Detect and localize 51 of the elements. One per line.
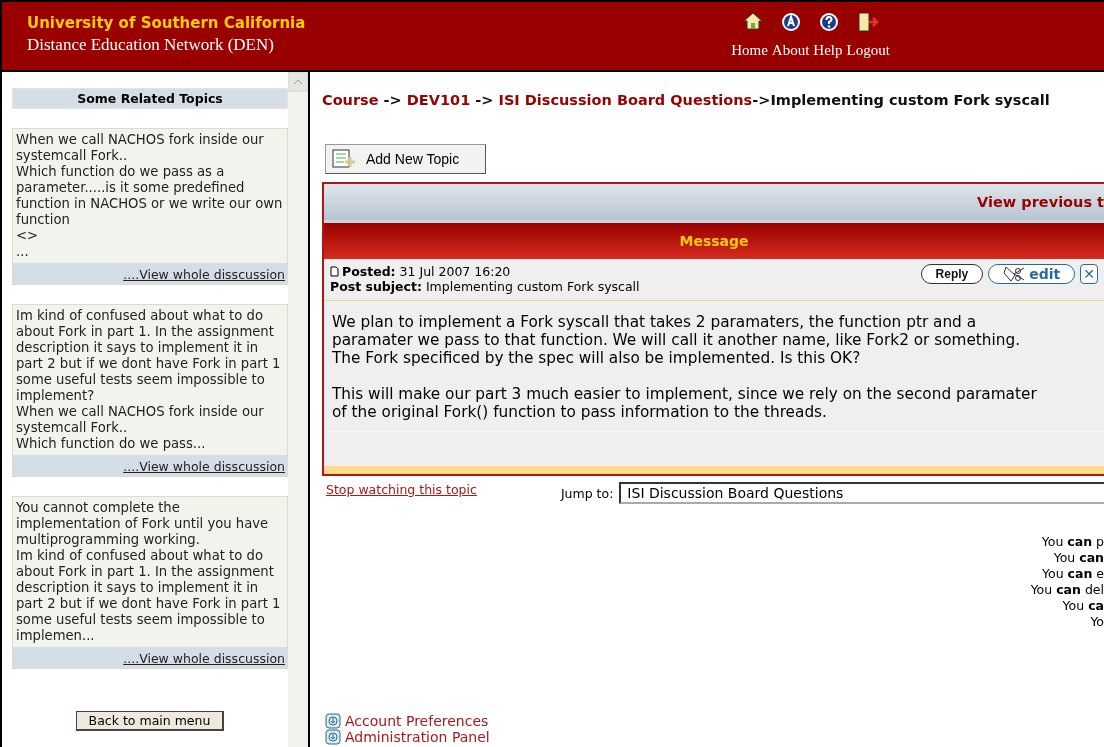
stop-watching-link[interactable]: Stop watching this topic xyxy=(326,482,477,497)
door-icon[interactable] xyxy=(856,12,879,32)
nav-link[interactable]: Logout xyxy=(846,42,890,59)
posted-info: Posted: 31 Jul 2007 16:20 xyxy=(342,264,511,279)
jump-label: Jump to: xyxy=(560,486,614,501)
breadcrumb-link[interactable]: ISI Discussion Board Questions xyxy=(498,92,753,108)
footer-link[interactable]: Administration Panel xyxy=(345,729,490,745)
info-icon[interactable] xyxy=(780,12,801,32)
edit-button[interactable]: edit xyxy=(988,264,1076,284)
sidebar-title: Some Related Topics xyxy=(12,88,288,109)
breadcrumb-text: ->Implementing custom Fork syscall xyxy=(752,92,1050,108)
scissors-icon xyxy=(1003,265,1026,283)
document-icon xyxy=(330,266,339,277)
post-subject: Post subject: Implementing custom Fork syscall xyxy=(330,279,641,294)
footer-link[interactable]: Account Preferences xyxy=(345,713,489,729)
home-icon[interactable] xyxy=(742,12,763,30)
breadcrumb-text: -> xyxy=(474,92,495,108)
message-header: Message xyxy=(324,223,1104,259)
topic-excerpt: You cannot complete the implementation of Fork until you have multiprogramming working. Im kind of confused about what to do about Fork in part 1. In the assignment description it says to implement it in part 2 but if we dont have Fork in part 1 some useful tests seem impossible to implemen... xyxy=(15,499,282,645)
back-button[interactable]: Back to main menu xyxy=(75,711,225,731)
chevron-up-icon xyxy=(293,79,303,85)
add-document-icon xyxy=(332,149,356,169)
view-previous-link[interactable]: View previous t xyxy=(977,194,1104,210)
nav-link[interactable]: Home xyxy=(731,42,768,59)
breadcrumb-text: -> xyxy=(382,92,403,108)
delete-button[interactable]: ✕ xyxy=(1080,264,1098,284)
topic-excerpt: When we call NACHOS fork inside our systemcall Fork.. Which function do we pass as a parameter.....is it some predefined function in NACHOS or we write our own function <> ... xyxy=(15,131,284,261)
add-topic-button[interactable]: Add New Topic xyxy=(325,144,487,174)
permission-text: You can p xyxy=(1041,534,1104,550)
permission-text: You can e xyxy=(1042,566,1104,582)
nav-link[interactable]: Help xyxy=(813,42,843,59)
post-paragraph: This will make our part 3 much easier to implement, since we rely on the second paramater of the original Fork() function to pass information to the threads. xyxy=(331,385,1038,421)
view-discussion-link[interactable]: ....View whole disscussion xyxy=(123,267,285,282)
arrow-circle-icon xyxy=(325,713,341,729)
network-name: Distance Education Network (DEN) xyxy=(27,35,275,55)
reply-button[interactable]: Reply xyxy=(920,264,984,284)
university-name: University of Southern California xyxy=(27,14,307,32)
topic-excerpt: Im kind of confused about what to do about Fork in part 1. In the assignment description it says to implement it in part 2 but if we dont have Fork in part 1 some useful tests seem impossible to implement? When we call NACHOS fork inside our systemcall Fork.. Which function do we pass... xyxy=(15,307,282,453)
jump-select[interactable]: ISI Discussion Board Questions xyxy=(619,482,1104,504)
arrow-circle-icon xyxy=(325,729,341,745)
permission-text: Yo xyxy=(1090,614,1104,630)
permission-text: You can xyxy=(1053,550,1104,566)
permission-text: You ca xyxy=(1062,598,1104,614)
breadcrumb-link[interactable]: Course xyxy=(322,92,379,108)
post-paragraph: We plan to implement a Fork syscall that takes 2 paramaters, the function ptr and a paramater we pass to that function. We will call it another name, like Fork2 or something. The Fork specificed by the spec will also be implemented. Is this OK? xyxy=(331,313,1022,367)
permission-text: You can del xyxy=(1030,582,1104,598)
breadcrumb-link[interactable]: DEV101 xyxy=(406,92,471,108)
help-icon[interactable] xyxy=(818,12,839,32)
view-discussion-link[interactable]: ....View whole disscussion xyxy=(123,651,285,666)
view-discussion-link[interactable]: ....View whole disscussion xyxy=(123,459,285,474)
nav-link[interactable]: About xyxy=(771,42,810,59)
